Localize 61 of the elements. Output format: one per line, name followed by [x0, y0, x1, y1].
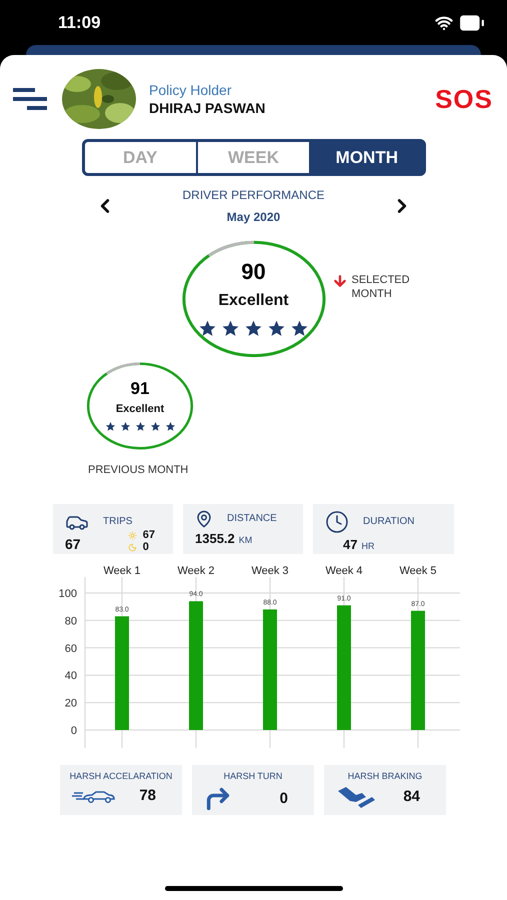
star-icon	[134, 421, 146, 432]
y-tick-label: 100	[58, 588, 77, 600]
turn-arrow-icon	[204, 785, 232, 813]
star-icon	[198, 318, 217, 338]
stat-value: 67	[65, 534, 81, 554]
week-label: Week 1	[103, 564, 141, 576]
pedal-icon	[336, 785, 376, 809]
night-trips: 0	[142, 541, 149, 553]
y-tick-label: 40	[64, 670, 77, 682]
score-rating: Excellent	[218, 290, 289, 310]
score-value: 90	[241, 260, 266, 282]
previous-month-label: PREVIOUS MONTH	[88, 463, 190, 478]
speeding-car-icon	[72, 788, 116, 804]
moon-icon	[128, 542, 137, 552]
star-icon	[290, 318, 309, 338]
stat-label: DISTANCE	[227, 512, 277, 526]
section-title: DRIVER PERFORMANCE	[182, 187, 324, 204]
wifi-icon	[435, 14, 453, 32]
y-tick-label: 60	[64, 642, 77, 654]
star-icon	[120, 421, 130, 432]
event-label: HARSH TURN	[224, 770, 282, 782]
route-icon	[195, 510, 213, 528]
week-label: Week 3	[251, 564, 289, 576]
y-tick-label: 80	[64, 614, 77, 627]
menu-icon[interactable]	[13, 86, 47, 112]
star-icon	[104, 421, 116, 432]
stat-unit: HR	[361, 540, 374, 552]
clock-icon	[325, 510, 349, 534]
event-label: HARSH ACCELARATION	[70, 770, 172, 782]
score-rating: Excellent	[116, 402, 164, 417]
y-tick-label: 20	[64, 697, 77, 710]
event-label: HARSH BRAKING	[348, 770, 422, 782]
stat-value: 47	[343, 536, 358, 554]
month-label: May 2020	[226, 209, 280, 226]
period-tab[interactable]: DAY	[84, 142, 196, 173]
stat-value: 1355.2	[195, 530, 235, 548]
status-time: 11:09	[58, 12, 101, 34]
sun-icon	[128, 530, 137, 540]
sos-button[interactable]: SOS	[435, 80, 493, 118]
down-arrow-icon	[332, 273, 348, 289]
event-value: 78	[139, 786, 156, 806]
stat-label: DURATION	[363, 515, 414, 529]
selected-month-label: SELECTED MONTH	[352, 273, 411, 301]
stat-label: TRIPS	[103, 515, 132, 529]
star-icon	[164, 421, 176, 432]
y-tick-label: 0	[70, 724, 77, 736]
star-icon	[150, 421, 160, 432]
star-icon	[221, 318, 240, 338]
star-icon	[244, 318, 263, 338]
stat-unit: KM	[238, 534, 252, 546]
period-tab[interactable]: WEEK	[198, 142, 310, 173]
week-label: Week 2	[177, 564, 215, 576]
day-trips: 67	[142, 529, 155, 541]
event-value: 84	[403, 786, 420, 807]
user-name: DHIRAJ PASWAN	[149, 99, 266, 117]
week-label: Week 5	[399, 564, 437, 576]
event-value: 0	[280, 788, 288, 809]
role-label: Policy Holder	[149, 81, 232, 99]
score-value: 91	[130, 380, 150, 397]
week-label: Week 4	[325, 564, 363, 576]
star-icon	[267, 318, 286, 338]
